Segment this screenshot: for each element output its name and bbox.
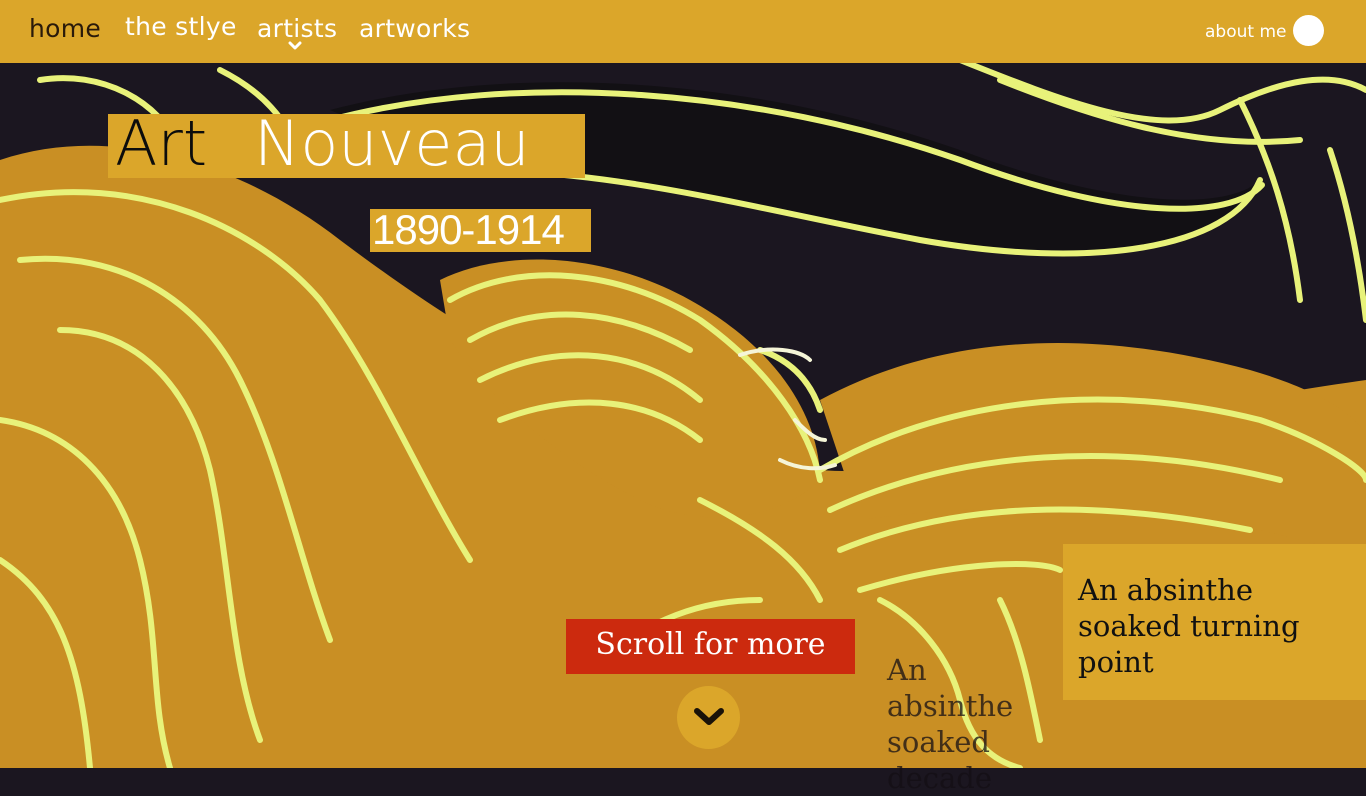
scroll-down-button[interactable] [677,686,740,749]
period-years-text: 1890-1914 [372,206,565,253]
scroll-for-more-button[interactable]: Scroll for more [566,619,855,674]
background-caption: An absinthe soaked decade [887,653,1014,795]
period-badge: 1890-1914 [370,206,591,253]
top-navigation: home the stlye artists artworks about me [0,0,1366,63]
chevron-down-icon[interactable] [288,41,302,51]
nav-artists-link[interactable]: artists [257,14,337,43]
nav-style-link[interactable]: the stlye [125,12,237,41]
title-nouveau-text: Nouveau [254,107,530,180]
title-art-text: Art [115,107,208,180]
nav-about-link[interactable]: about me [1205,22,1286,42]
nav-artworks-link[interactable]: artworks [359,14,470,43]
page-title: Art Nouveau [108,107,585,180]
feature-card-text: An absinthe soaked turning point [1078,573,1300,679]
chevron-down-icon [694,708,724,725]
nav-home-link[interactable]: home [29,14,101,43]
feature-card[interactable]: An absinthe soaked turning point [1063,544,1366,700]
scroll-button-label: Scroll for more [595,627,826,662]
avatar[interactable] [1293,15,1324,46]
